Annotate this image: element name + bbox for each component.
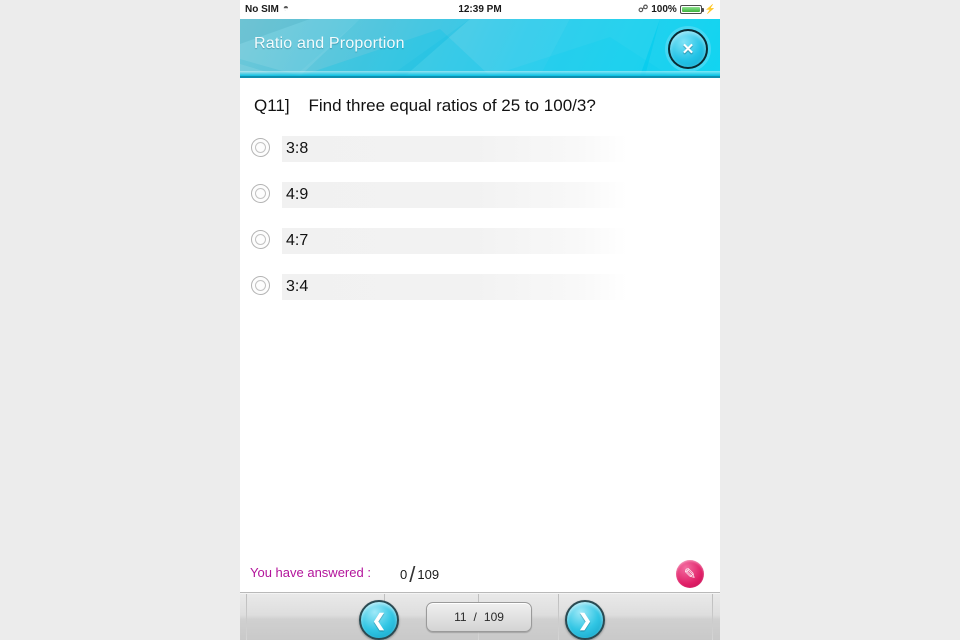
close-button[interactable]: ✕ <box>668 29 708 69</box>
page-title: Ratio and Proportion <box>254 35 405 52</box>
app-header: Ratio and Proportion ✕ <box>240 19 720 78</box>
battery-percent-label: 100% <box>651 4 677 15</box>
page-indicator[interactable]: 11 / 109 <box>426 602 532 632</box>
toolbar-separator <box>246 594 247 640</box>
next-question-button[interactable]: ❯ <box>565 600 605 640</box>
page-indicator-text: 11 / 109 <box>427 603 531 631</box>
page-current: 11 <box>454 610 467 624</box>
page-separator: / <box>473 610 477 624</box>
radio-button-4[interactable] <box>251 276 270 295</box>
status-bar: No SIM ◓ 12:39 PM ☍ 100% ⚡ <box>240 0 720 19</box>
option-background <box>282 136 627 162</box>
answered-count: 0/109 <box>400 562 439 588</box>
option-label-1: 3:8 <box>286 140 309 157</box>
page-total: 109 <box>483 610 504 624</box>
answered-status-row: You have answered : 0/109 ✎ <box>240 560 720 590</box>
option-label-2: 4:9 <box>286 186 309 203</box>
option-row[interactable]: 3:4 <box>250 271 720 317</box>
option-background <box>282 274 627 300</box>
answered-separator: / <box>409 562 416 587</box>
option-background <box>282 182 627 208</box>
answered-total: 109 <box>417 567 440 582</box>
answer-options-list: 3:8 4:9 4:7 3:4 <box>250 133 720 317</box>
close-icon: ✕ <box>681 40 695 58</box>
option-label-4: 3:4 <box>286 278 309 295</box>
option-row[interactable]: 4:7 <box>250 225 720 271</box>
charging-bolt-icon: ⚡ <box>704 4 716 14</box>
toolbar-separator <box>712 594 713 640</box>
bottom-toolbar: ❮ 11 / 109 ❯ <box>240 593 720 640</box>
radio-button-1[interactable] <box>251 138 270 157</box>
answered-label: You have answered : <box>250 565 371 580</box>
previous-question-button[interactable]: ❮ <box>359 600 399 640</box>
status-bar-right: ☍ 100% ⚡ <box>638 0 716 19</box>
battery-icon <box>679 5 704 14</box>
option-background <box>282 228 627 254</box>
device-screen: No SIM ◓ 12:39 PM ☍ 100% ⚡ Ratio and Pro… <box>240 0 720 640</box>
header-bottom-highlight <box>240 71 720 76</box>
pen-icon: ✎ <box>683 565 697 583</box>
bluetooth-icon: ☍ <box>638 4 649 15</box>
chevron-left-icon: ❮ <box>371 610 387 630</box>
question-text: Q11] Find three equal ratios of 25 to 10… <box>254 96 596 115</box>
option-row[interactable]: 3:8 <box>250 133 720 179</box>
radio-button-2[interactable] <box>251 184 270 203</box>
notes-button[interactable]: ✎ <box>676 560 704 588</box>
option-row[interactable]: 4:9 <box>250 179 720 225</box>
radio-button-3[interactable] <box>251 230 270 249</box>
toolbar-separator <box>558 594 559 640</box>
chevron-right-icon: ❯ <box>577 610 593 630</box>
option-label-3: 4:7 <box>286 232 309 249</box>
